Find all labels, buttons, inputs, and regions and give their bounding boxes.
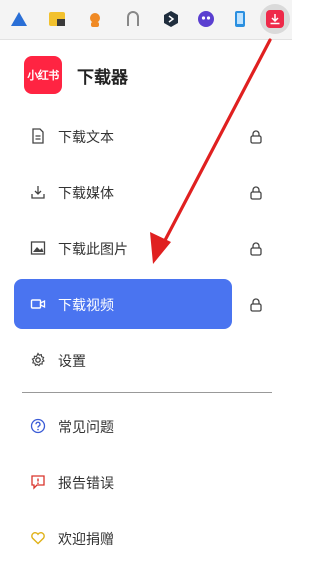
spreadsheet-ext-icon[interactable] bbox=[46, 8, 68, 30]
extension-toolbar bbox=[0, 0, 292, 40]
ghost-ext-icon[interactable] bbox=[122, 8, 144, 30]
phone-ext-icon[interactable] bbox=[229, 8, 251, 30]
menu-item-settings[interactable]: 设置 bbox=[14, 335, 232, 385]
heart-icon bbox=[30, 530, 46, 546]
menu-item-label: 下载媒体 bbox=[58, 186, 114, 202]
report-icon bbox=[30, 474, 46, 490]
face-ext-icon[interactable] bbox=[195, 8, 217, 30]
download-ext-icon[interactable] bbox=[260, 4, 290, 34]
menu-item-label: 下载视频 bbox=[58, 298, 114, 314]
lock-icon bbox=[249, 129, 263, 144]
document-icon bbox=[30, 128, 46, 144]
menu-item-download-image[interactable]: 下载此图片 bbox=[14, 223, 232, 273]
menu-item-download-video[interactable]: 下载视频 bbox=[14, 279, 232, 329]
divider bbox=[22, 392, 272, 393]
triangle-app-icon[interactable] bbox=[8, 8, 30, 30]
lock-icon bbox=[249, 241, 263, 256]
menu-item-label: 下载此图片 bbox=[58, 242, 128, 258]
download-icon bbox=[30, 184, 46, 200]
app-title: 下载器 bbox=[77, 68, 128, 88]
menu-item-label: 设置 bbox=[58, 354, 86, 370]
gear-icon bbox=[30, 352, 46, 368]
lock-icon bbox=[249, 185, 263, 200]
footer-item-faq[interactable]: 常见问题 bbox=[14, 406, 232, 446]
hexagon-ext-icon[interactable] bbox=[160, 8, 182, 30]
app-logo: 小红书 bbox=[24, 56, 62, 94]
image-icon bbox=[30, 240, 46, 256]
menu-item-label: 下载文本 bbox=[58, 130, 114, 146]
question-icon bbox=[30, 418, 46, 434]
lock-icon bbox=[249, 297, 263, 312]
video-icon bbox=[30, 296, 46, 312]
footer-item-label: 报告错误 bbox=[58, 476, 114, 492]
footer-item-label: 欢迎捐赠 bbox=[58, 532, 114, 548]
menu-item-download-text[interactable]: 下载文本 bbox=[14, 111, 232, 161]
footer-item-report-error[interactable]: 报告错误 bbox=[14, 462, 232, 502]
footer-item-donate[interactable]: 欢迎捐赠 bbox=[14, 518, 232, 558]
fox-ext-icon[interactable] bbox=[84, 8, 106, 30]
footer-item-label: 常见问题 bbox=[58, 420, 114, 436]
menu-item-download-media[interactable]: 下载媒体 bbox=[14, 167, 232, 217]
